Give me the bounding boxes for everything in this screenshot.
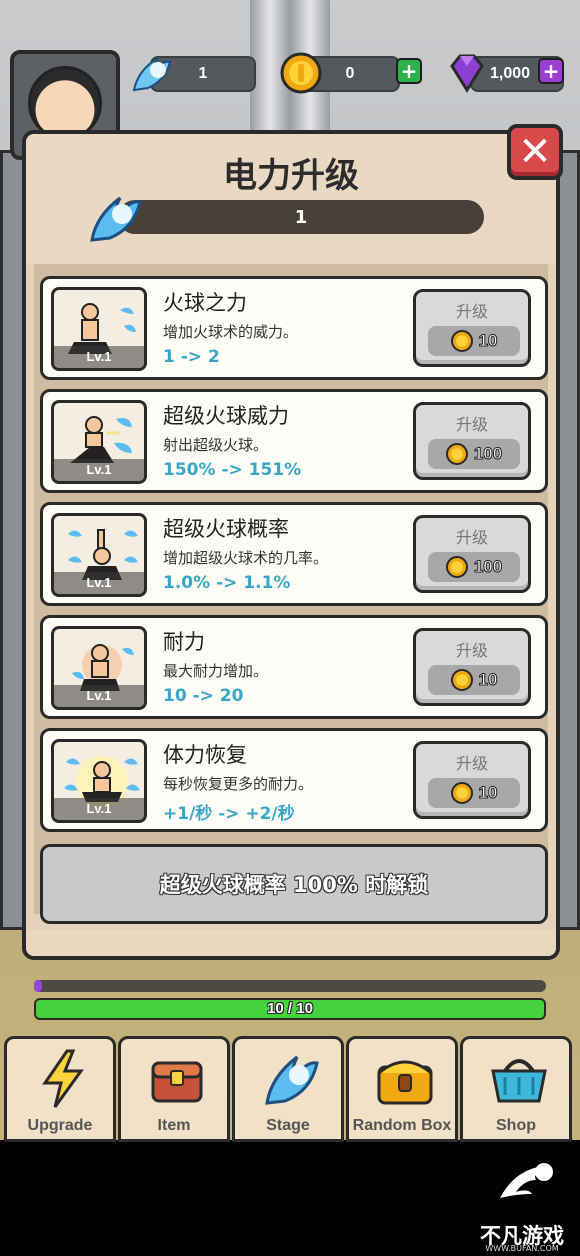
fireball-icon [265,1055,319,1105]
price-value: 10 [478,331,498,351]
skill-description: 增加火球术的威力。 [163,323,299,341]
skill-stat-change: 1.0% -> 1.1% [163,573,291,593]
lightning-icon [42,1049,84,1108]
nav-stage[interactable]: Stage [232,1036,344,1142]
skill-thumbnail: Lv.1 [51,626,147,710]
level-badge: Lv.1 [54,459,144,481]
skill-stat-change: 150% -> 151% [163,460,302,480]
upgrade-price: 100 [428,439,520,469]
upgrade-price: 10 [428,778,520,808]
skill-card: Lv.1 火球之力 增加火球术的威力。 1 -> 2 升级 10 [40,276,548,380]
nav-shop[interactable]: Shop [460,1036,572,1142]
fireball-icon [132,57,172,92]
gem-count: 1,000 [490,65,531,82]
chest-icon [151,1061,203,1103]
watermark-subtext: WWW.BUFAN.COM [485,1244,559,1253]
skill-card: Lv.1 超级火球威力 射出超级火球。 150% -> 151% 升级 100 [40,389,548,493]
upgrade-label: 升级 [455,302,488,321]
upgrade-price: 10 [428,665,520,695]
close-icon: ✕ [518,129,552,175]
skill-description: 射出超级火球。 [163,436,269,454]
upgrade-button[interactable]: 升级 100 [413,402,531,480]
nav-label: Item [157,1117,191,1134]
price-value: 100 [473,557,503,577]
stamina-bar: 10 / 10 [34,998,546,1020]
stamina-text: 10 / 10 [267,1000,313,1017]
level-badge: Lv.1 [54,798,144,820]
coin-icon [450,330,473,352]
skill-description: 每秒恢复更多的耐力。 [163,775,314,793]
skill-thumbnail: Lv.1 [51,513,147,597]
modal-footer [26,930,556,956]
coin-icon [450,782,473,804]
power-upgrade-modal: 电力升级 1 Lv.1 火球之力 增加火球术的威力。 1 -> 2 升级 10 … [22,130,560,960]
level-badge: Lv.1 [54,572,144,594]
skill-name: 超级火球威力 [163,404,289,428]
avatar-face-icon [28,66,102,140]
upgrade-button[interactable]: 升级 10 [413,628,531,706]
skill-stat-change: 1 -> 2 [163,347,220,367]
locked-skill-notice: 超级火球概率 100% 时解锁 [40,844,548,924]
power-level: 1 [294,206,308,228]
level-badge: Lv.1 [54,346,144,368]
nav-label: Random Box [352,1117,452,1134]
upgrade-price: 100 [428,552,520,582]
experience-bar [34,980,546,992]
upgrade-label: 升级 [455,528,488,547]
experience-fill [34,980,42,992]
coin-icon [445,556,468,578]
nav-label: Stage [266,1117,310,1134]
gem-plus-button[interactable]: + [538,58,564,84]
nav-upgrade[interactable]: Upgrade [4,1036,116,1142]
skill-name: 火球之力 [163,291,247,315]
price-value: 100 [473,444,503,464]
coin-icon [280,52,322,94]
upgrade-label: 升级 [455,641,488,660]
skill-name: 超级火球概率 [163,517,289,541]
power-count: 1 [198,65,208,82]
skill-thumbnail: Lv.1 [51,400,147,484]
upgrade-label: 升级 [455,754,488,773]
close-button[interactable]: ✕ [507,124,563,180]
upgrade-button[interactable]: 升级 100 [413,515,531,593]
price-value: 10 [478,670,498,690]
level-badge: Lv.1 [54,685,144,707]
skill-name: 耐力 [163,630,205,654]
skill-stat-change: 10 -> 20 [163,686,244,706]
power-level-bar: 1 [118,200,484,234]
skill-card: Lv.1 体力恢复 每秒恢复更多的耐力。 +1/秒 -> +2/秒 升级 10 [40,728,548,832]
fireball-icon [90,196,142,242]
nav-label: Upgrade [27,1117,93,1134]
top-hud: 1 0 + 1,000 + [0,40,580,160]
upgrade-label: 升级 [455,415,488,434]
price-value: 10 [478,783,498,803]
nav-random-box[interactable]: Random Box [346,1036,458,1142]
coin-icon [445,443,468,465]
gem-icon [450,54,484,93]
bottom-nav: Upgrade Item Stage Random Box Shop [4,1036,576,1142]
nav-label: Shop [496,1117,536,1134]
skill-card: Lv.1 耐力 最大耐力增加。 10 -> 20 升级 10 [40,615,548,719]
skill-stat-change: +1/秒 -> +2/秒 [163,804,295,824]
upgrade-button[interactable]: 升级 10 [413,741,531,819]
coin-plus-button[interactable]: + [396,58,422,84]
skill-thumbnail: Lv.1 [51,739,147,823]
watermark-logo [500,1163,553,1198]
skill-name: 体力恢复 [163,743,247,767]
treasure-icon [377,1060,433,1105]
basket-icon [491,1059,547,1103]
skill-thumbnail: Lv.1 [51,287,147,371]
upgrade-price: 10 [428,326,520,356]
modal-header: 电力升级 1 [26,134,556,264]
skill-description: 增加超级火球术的几率。 [163,549,329,567]
coin-icon [450,669,473,691]
skill-card: Lv.1 超级火球概率 增加超级火球术的几率。 1.0% -> 1.1% 升级 … [40,502,548,606]
coin-count: 0 [345,65,355,82]
skill-description: 最大耐力增加。 [163,662,269,680]
nav-item[interactable]: Item [118,1036,230,1142]
upgrade-button[interactable]: 升级 10 [413,289,531,367]
skill-list: Lv.1 火球之力 增加火球术的威力。 1 -> 2 升级 10 Lv.1 超级… [34,264,548,914]
